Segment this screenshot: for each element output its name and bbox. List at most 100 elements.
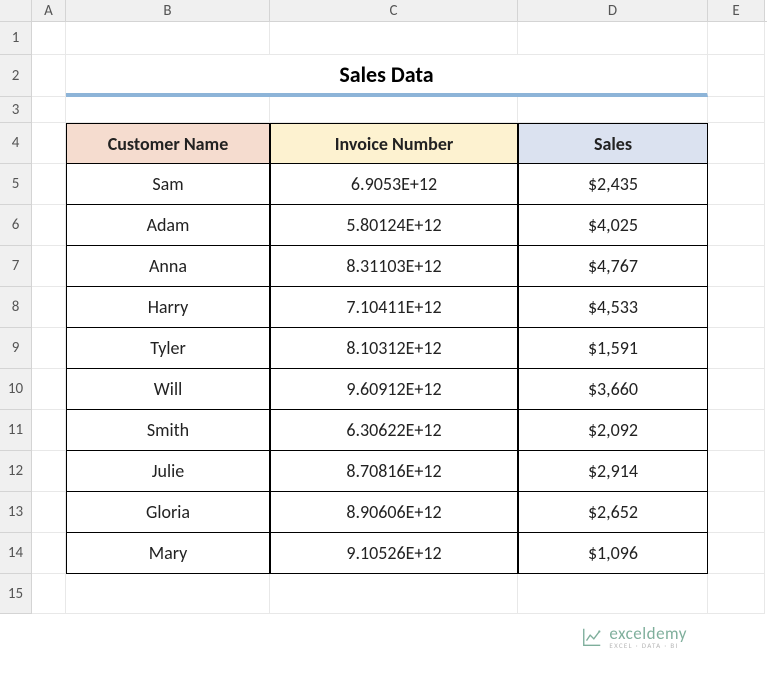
cell-B1[interactable] [66, 22, 270, 55]
cell-invoice-12[interactable]: 8.70816E+12 [270, 451, 518, 492]
row-header-4[interactable]: 4 [0, 123, 32, 164]
cell-C15[interactable] [270, 574, 518, 614]
header-sales[interactable]: Sales [518, 123, 708, 164]
col-header-B[interactable]: B [66, 0, 270, 21]
cell-C3[interactable] [270, 97, 518, 123]
cell-C1[interactable] [270, 22, 518, 55]
cell-E13[interactable] [708, 492, 765, 533]
cell-customer-14[interactable]: Mary [66, 533, 270, 574]
cell-A13[interactable] [32, 492, 66, 533]
row-header-1[interactable]: 1 [0, 22, 32, 55]
cell-E7[interactable] [708, 246, 765, 287]
row-header-9[interactable]: 9 [0, 328, 32, 369]
row-header-15[interactable]: 15 [0, 574, 32, 614]
cell-sales-7[interactable]: $4,767 [518, 246, 708, 287]
cell-A5[interactable] [32, 164, 66, 205]
row-headers: 1 2 3 4 5 6 7 8 9 10 11 12 13 14 15 [0, 22, 32, 614]
cell-sales-8[interactable]: $4,533 [518, 287, 708, 328]
row-header-10[interactable]: 10 [0, 369, 32, 410]
cell-E8[interactable] [708, 287, 765, 328]
cell-A7[interactable] [32, 246, 66, 287]
cell-D1[interactable] [518, 22, 708, 55]
cell-E12[interactable] [708, 451, 765, 492]
title-cell[interactable]: Sales Data [66, 55, 708, 97]
watermark-main: exceldemy [609, 625, 687, 642]
cell-sales-12[interactable]: $2,914 [518, 451, 708, 492]
row-header-5[interactable]: 5 [0, 164, 32, 205]
cell-B15[interactable] [66, 574, 270, 614]
cell-B3[interactable] [66, 97, 270, 123]
cell-E11[interactable] [708, 410, 765, 451]
row-header-7[interactable]: 7 [0, 246, 32, 287]
cell-D15[interactable] [518, 574, 708, 614]
cell-invoice-10[interactable]: 9.60912E+12 [270, 369, 518, 410]
cell-A15[interactable] [32, 574, 66, 614]
cell-customer-13[interactable]: Gloria [66, 492, 270, 533]
cell-sales-10[interactable]: $3,660 [518, 369, 708, 410]
col-header-C[interactable]: C [270, 0, 518, 21]
cell-D3[interactable] [518, 97, 708, 123]
cell-customer-6[interactable]: Adam [66, 205, 270, 246]
cell-customer-10[interactable]: Will [66, 369, 270, 410]
cell-A10[interactable] [32, 369, 66, 410]
cell-sales-5[interactable]: $2,435 [518, 164, 708, 205]
watermark: exceldemy EXCEL · DATA · BI [581, 625, 687, 649]
cell-invoice-11[interactable]: 6.30622E+12 [270, 410, 518, 451]
cell-E10[interactable] [708, 369, 765, 410]
cell-invoice-7[interactable]: 8.31103E+12 [270, 246, 518, 287]
cell-invoice-9[interactable]: 8.10312E+12 [270, 328, 518, 369]
cell-E14[interactable] [708, 533, 765, 574]
cell-sales-11[interactable]: $2,092 [518, 410, 708, 451]
cell-A6[interactable] [32, 205, 66, 246]
cell-A12[interactable] [32, 451, 66, 492]
cell-A3[interactable] [32, 97, 66, 123]
cell-E9[interactable] [708, 328, 765, 369]
row-header-11[interactable]: 11 [0, 410, 32, 451]
cell-customer-7[interactable]: Anna [66, 246, 270, 287]
cell-customer-12[interactable]: Julie [66, 451, 270, 492]
cell-A2[interactable] [32, 55, 66, 97]
cell-E5[interactable] [708, 164, 765, 205]
row-header-8[interactable]: 8 [0, 287, 32, 328]
col-header-D[interactable]: D [518, 0, 708, 21]
row-header-13[interactable]: 13 [0, 492, 32, 533]
cell-E4[interactable] [708, 123, 765, 164]
col-header-E[interactable]: E [708, 0, 765, 21]
row-header-6[interactable]: 6 [0, 205, 32, 246]
cell-A1[interactable] [32, 22, 66, 55]
header-customer[interactable]: Customer Name [66, 123, 270, 164]
cell-sales-6[interactable]: $4,025 [518, 205, 708, 246]
cell-customer-8[interactable]: Harry [66, 287, 270, 328]
watermark-sub: EXCEL · DATA · BI [609, 642, 687, 649]
cell-customer-5[interactable]: Sam [66, 164, 270, 205]
cell-invoice-5[interactable]: 6.9053E+12 [270, 164, 518, 205]
row-header-3[interactable]: 3 [0, 97, 32, 123]
cell-invoice-6[interactable]: 5.80124E+12 [270, 205, 518, 246]
cell-invoice-13[interactable]: 8.90606E+12 [270, 492, 518, 533]
cell-sales-14[interactable]: $1,096 [518, 533, 708, 574]
row-header-12[interactable]: 12 [0, 451, 32, 492]
column-headers: A B C D E [0, 0, 767, 22]
cell-invoice-14[interactable]: 9.10526E+12 [270, 533, 518, 574]
header-invoice[interactable]: Invoice Number [270, 123, 518, 164]
cell-E15[interactable] [708, 574, 765, 614]
cell-E6[interactable] [708, 205, 765, 246]
cell-customer-11[interactable]: Smith [66, 410, 270, 451]
cell-A8[interactable] [32, 287, 66, 328]
cell-sales-13[interactable]: $2,652 [518, 492, 708, 533]
cell-A11[interactable] [32, 410, 66, 451]
cell-E1[interactable] [708, 22, 765, 55]
cell-invoice-8[interactable]: 7.10411E+12 [270, 287, 518, 328]
row-header-14[interactable]: 14 [0, 533, 32, 574]
select-all-corner[interactable] [0, 0, 32, 21]
cell-A14[interactable] [32, 533, 66, 574]
cell-E3[interactable] [708, 97, 765, 123]
cell-A4[interactable] [32, 123, 66, 164]
grid-body: Sales Data Customer Name Invoice Number … [32, 22, 765, 614]
row-header-2[interactable]: 2 [0, 55, 32, 97]
cell-sales-9[interactable]: $1,591 [518, 328, 708, 369]
col-header-A[interactable]: A [32, 0, 66, 21]
cell-A9[interactable] [32, 328, 66, 369]
cell-E2[interactable] [708, 55, 765, 97]
cell-customer-9[interactable]: Tyler [66, 328, 270, 369]
